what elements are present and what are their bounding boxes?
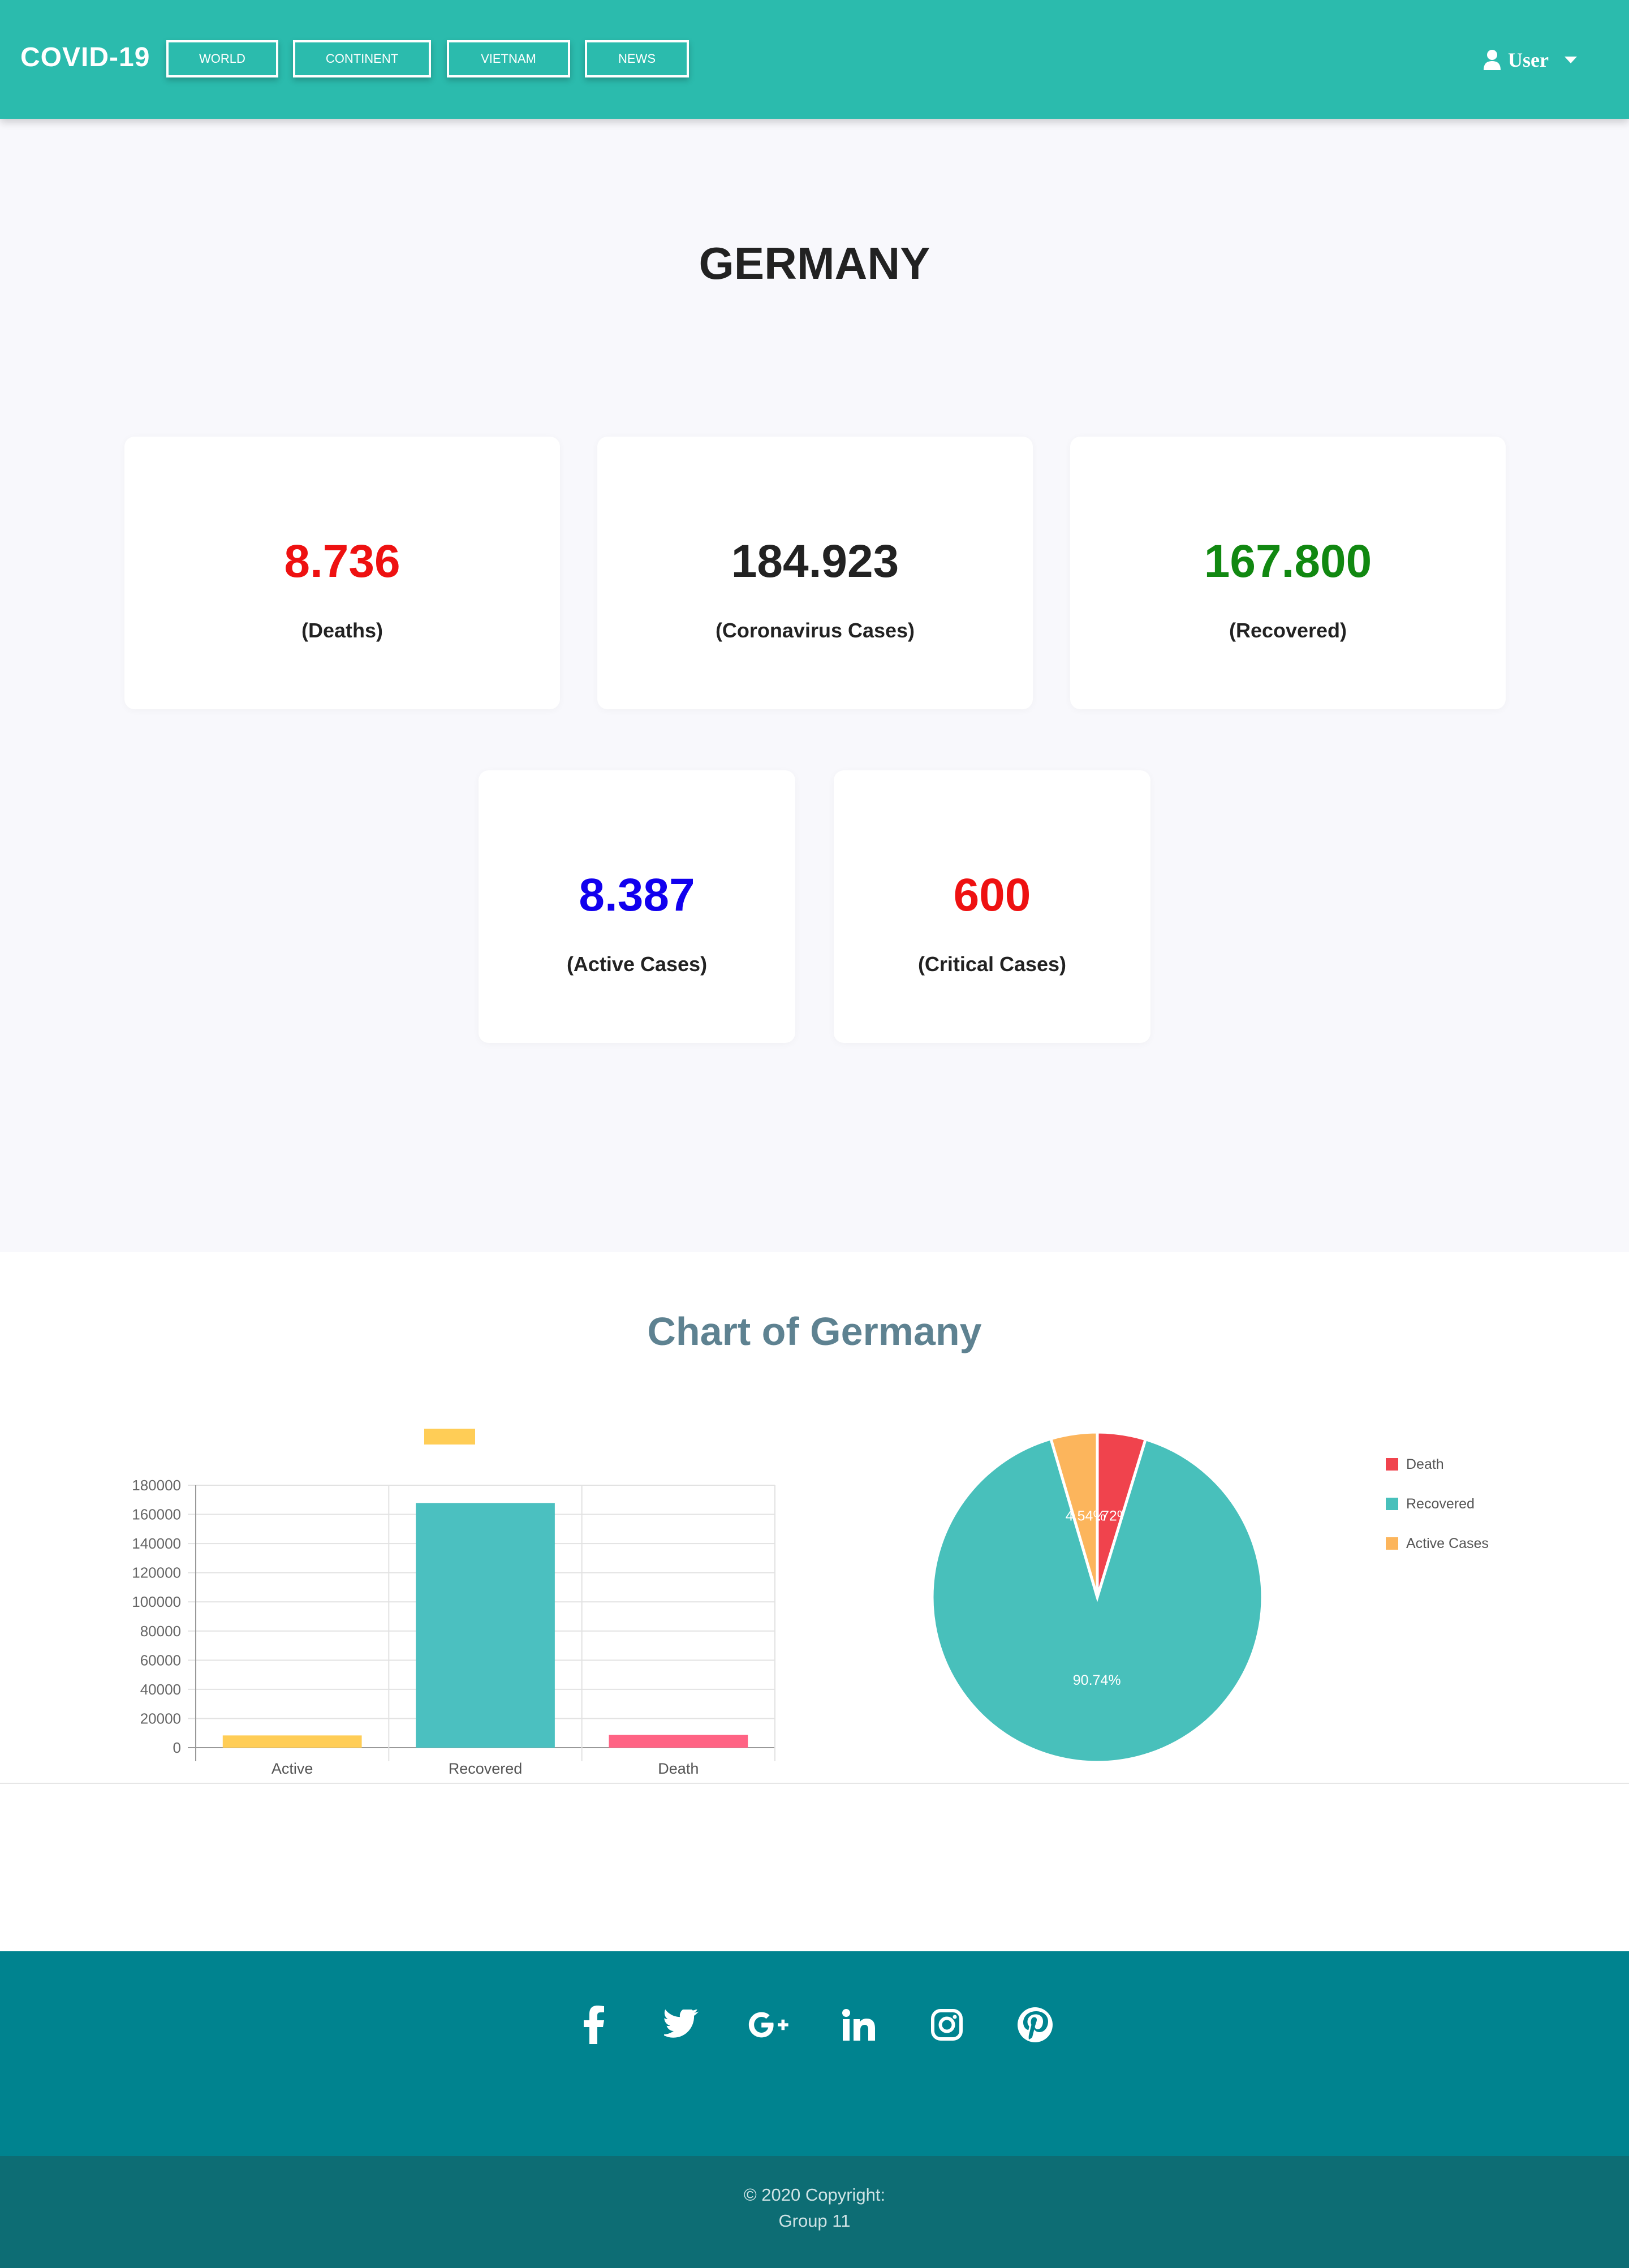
deaths-card: 8.736 (Deaths) — [124, 437, 560, 709]
pie-chart: 4.72%90.74%4.54% — [930, 1430, 1264, 1764]
critical-value: 600 — [953, 869, 1031, 921]
user-label: User — [1508, 49, 1549, 71]
y-tick-label: 160000 — [132, 1506, 181, 1523]
footer — [0, 1951, 1629, 2156]
pie-data-label: 4.54% — [1066, 1508, 1106, 1524]
nav-vietnam-button[interactable]: VIETNAM — [447, 40, 570, 77]
nav-world-button[interactable]: WORLD — [166, 40, 278, 77]
bar-active[interactable] — [222, 1735, 362, 1748]
page-title: GERMANY — [699, 238, 930, 288]
brand-logo[interactable]: COVID-19 — [20, 42, 150, 73]
linkedin-icon[interactable] — [836, 2002, 881, 2047]
navbar: COVID-19 WORLD CONTINENT VIETNAM NEWS Us… — [0, 0, 1629, 119]
active-label: (Active Cases) — [566, 952, 708, 976]
bar-legend-swatch[interactable] — [424, 1429, 475, 1445]
y-tick-label: 120000 — [132, 1564, 181, 1581]
legend-label: Active Cases — [1406, 1535, 1489, 1551]
legend-item-death[interactable]: Death — [1386, 1445, 1489, 1484]
y-tick-label: 140000 — [132, 1535, 181, 1552]
recovered-card: 167.800 (Recovered) — [1070, 437, 1506, 709]
google-plus-icon[interactable] — [748, 2002, 793, 2047]
copyright-group: Group 11 — [778, 2211, 851, 2231]
cases-label: (Coronavirus Cases) — [715, 619, 915, 642]
legend-label: Recovered — [1406, 1495, 1475, 1512]
copyright-text: © 2020 Copyright: — [743, 2185, 886, 2205]
chart-section: Chart of Germany 0 20000 40000 60000 80000 10… — [0, 1252, 1629, 1784]
x-tick-label: Death — [658, 1760, 699, 1777]
critical-card: 600 (Critical Cases) — [834, 770, 1150, 1043]
legend-item-active-cases[interactable]: Active Cases — [1386, 1524, 1489, 1563]
x-tick-label: Active — [272, 1760, 313, 1777]
y-tick-label: 80000 — [140, 1623, 181, 1640]
deaths-value: 8.736 — [284, 536, 400, 587]
content-spacer — [0, 1784, 1629, 1951]
nav-continent-button[interactable]: CONTINENT — [293, 40, 431, 77]
bar-recovered[interactable] — [416, 1503, 555, 1748]
social-links — [0, 2002, 1629, 2047]
legend-label: Death — [1406, 1456, 1444, 1472]
user-menu-dropdown[interactable]: User — [1483, 44, 1577, 76]
x-tick-label: Recovered — [449, 1760, 523, 1777]
instagram-icon[interactable] — [924, 2002, 969, 2047]
pie-data-label: 90.74% — [1073, 1672, 1121, 1688]
legend-swatch — [1386, 1537, 1398, 1550]
y-tick-label: 40000 — [140, 1681, 181, 1698]
chevron-down-icon — [1564, 57, 1577, 63]
pie-legend: Death Recovered Active Cases — [1386, 1445, 1489, 1563]
pinterest-icon[interactable] — [1012, 2002, 1058, 2047]
y-tick-label: 180000 — [132, 1477, 181, 1494]
active-value: 8.387 — [579, 869, 695, 921]
legend-item-recovered[interactable]: Recovered — [1386, 1484, 1489, 1524]
legend-swatch — [1386, 1458, 1398, 1471]
deaths-label: (Deaths) — [301, 619, 383, 642]
facebook-icon[interactable] — [571, 2002, 617, 2047]
twitter-icon[interactable] — [660, 2002, 705, 2047]
cases-value: 184.923 — [731, 536, 899, 587]
cases-card: 184.923 (Coronavirus Cases) — [597, 437, 1033, 709]
y-tick-label: 0 — [173, 1739, 181, 1756]
y-tick-label: 100000 — [132, 1593, 181, 1610]
copyright-bar: © 2020 Copyright: Group 11 — [0, 2156, 1629, 2268]
user-icon — [1484, 50, 1501, 70]
bar-death[interactable] — [609, 1735, 748, 1748]
chart-title: Chart of Germany — [647, 1309, 982, 1353]
recovered-value: 167.800 — [1204, 536, 1372, 587]
critical-label: (Critical Cases) — [917, 952, 1067, 976]
nav-news-button[interactable]: NEWS — [585, 40, 689, 77]
active-card: 8.387 (Active Cases) — [479, 770, 795, 1043]
y-tick-label: 60000 — [140, 1652, 181, 1668]
y-tick-label: 20000 — [140, 1710, 181, 1727]
legend-swatch — [1386, 1498, 1398, 1510]
recovered-label: (Recovered) — [1229, 619, 1347, 642]
